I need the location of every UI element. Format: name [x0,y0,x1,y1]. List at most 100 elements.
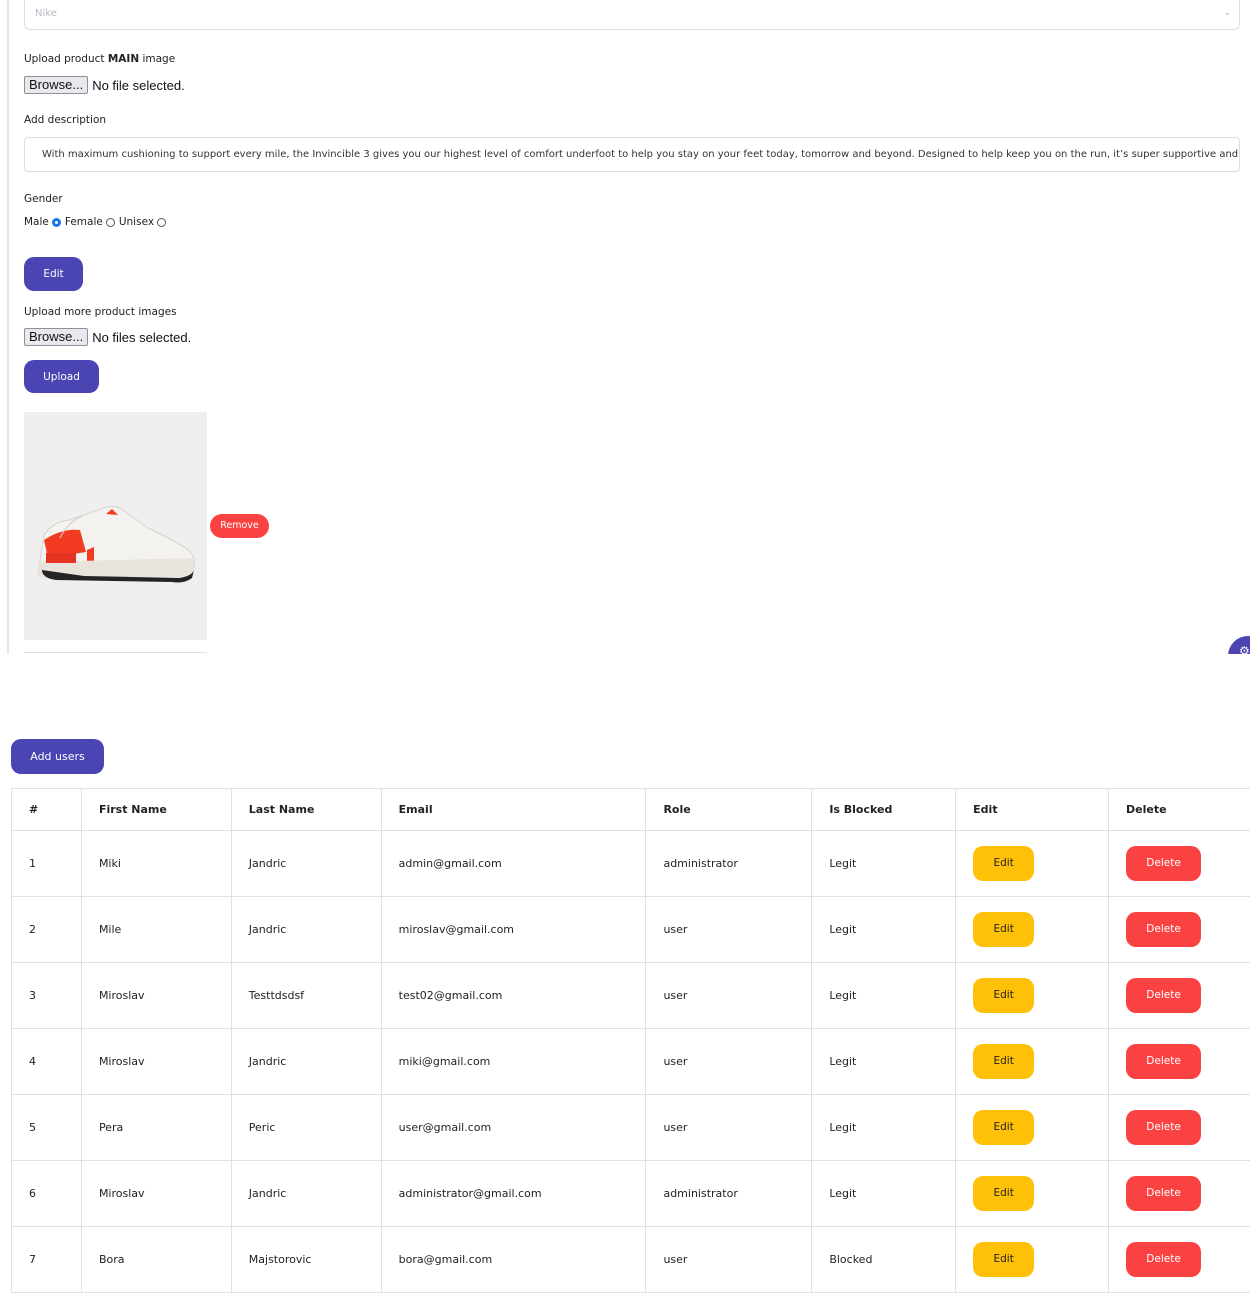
cell-email: user@gmail.com [380,1094,647,1161]
gender-label: Gender [24,193,63,205]
column-header: Email [380,788,647,831]
cell-first-name: Pera [80,1094,232,1161]
cell-id: 2 [11,896,82,963]
cell-blocked-status: Legit [811,896,957,963]
cell-role: user [645,1094,813,1161]
delete-user-button[interactable]: Delete [1126,978,1202,1013]
cell-first-name: Miki [80,830,232,897]
cell-first-name: Miroslav [80,1028,232,1095]
gender-radio-unisex[interactable] [157,217,167,227]
sneaker-image [37,505,195,583]
cell-role: administrator [645,1160,813,1227]
table-row: 6 Miroslav Jandric administrator@gmail.c… [11,1160,1250,1227]
column-header: First Name [80,788,232,831]
cell-delete: Delete [1108,1160,1250,1227]
column-header: Is Blocked [811,788,957,831]
cell-edit: Edit [955,1226,1110,1293]
brand-select[interactable]: Nike ⌄ [24,0,1240,30]
table-row: 4 Miroslav Jandric miki@gmail.com user L… [11,1028,1250,1095]
table-row: 3 Miroslav Testtdsdsf test02@gmail.com u… [11,962,1250,1029]
thumbnail-divider [24,652,207,653]
delete-user-button[interactable]: Delete [1126,1176,1202,1211]
main-image-label-prefix: Upload product [24,53,108,65]
delete-user-button[interactable]: Delete [1126,1242,1202,1277]
cell-delete: Delete [1108,1094,1250,1161]
description-value: With maximum cushioning to support every… [42,149,1240,160]
users-table: # First Name Last Name Email Role Is Blo… [11,788,1250,1293]
delete-user-button[interactable]: Delete [1126,1044,1202,1079]
edit-user-button[interactable]: Edit [973,1242,1035,1277]
add-users-button[interactable]: Add users [11,739,104,774]
cell-edit: Edit [955,830,1110,897]
brand-select-value: Nike [35,8,57,19]
cell-id: 1 [11,830,82,897]
cell-first-name: Miroslav [80,962,232,1029]
gender-radio-group: Male Female Unisex [24,216,170,228]
cell-email: bora@gmail.com [380,1226,647,1293]
cell-last-name: Peric [230,1094,382,1161]
main-image-file-input[interactable]: Browse... No file selected. [24,76,185,94]
column-header: Edit [955,788,1110,831]
remove-image-button[interactable]: Remove [210,514,269,538]
cell-blocked-status: Legit [811,1094,957,1161]
main-image-label-suffix: image [139,53,176,65]
edit-user-button[interactable]: Edit [973,1110,1035,1145]
cell-id: 3 [11,962,82,1029]
cell-last-name: Jandric [230,896,382,963]
table-row: 2 Mile Jandric miroslav@gmail.com user L… [11,896,1250,963]
more-images-browse-button[interactable]: Browse... [24,328,89,346]
cell-blocked-status: Blocked [811,1226,957,1293]
product-image-thumbnail [24,412,207,640]
cell-delete: Delete [1108,896,1250,963]
cell-edit: Edit [955,1028,1110,1095]
cell-delete: Delete [1108,830,1250,897]
cell-edit: Edit [955,962,1110,1029]
section-gap [0,654,1250,684]
edit-user-button[interactable]: Edit [973,846,1035,881]
edit-user-button[interactable]: Edit [973,1176,1035,1211]
cell-email: miki@gmail.com [380,1028,647,1095]
cell-email: admin@gmail.com [380,830,647,897]
cell-edit: Edit [955,1160,1110,1227]
upload-images-button[interactable]: Upload [24,360,99,393]
main-image-label-strong: MAIN [107,53,140,65]
description-input[interactable]: With maximum cushioning to support every… [24,137,1240,172]
edit-user-button[interactable]: Edit [973,978,1035,1013]
main-image-file-status: No file selected. [92,77,185,93]
cell-blocked-status: Legit [811,962,957,1029]
delete-user-button[interactable]: Delete [1126,1110,1202,1145]
chevron-down-icon: ⌄ [1223,8,1231,18]
column-header: Delete [1108,788,1250,831]
edit-user-button[interactable]: Edit [973,912,1035,947]
gender-radio-male[interactable] [51,217,61,227]
cell-delete: Delete [1108,1028,1250,1095]
cell-first-name: Miroslav [80,1160,232,1227]
more-images-label: Upload more product images [24,306,177,318]
cell-role: user [645,896,813,963]
cell-delete: Delete [1108,1226,1250,1293]
main-image-browse-button[interactable]: Browse... [24,76,89,94]
cell-last-name: Majstorovic [230,1226,382,1293]
cell-blocked-status: Legit [811,1160,957,1227]
edit-user-button[interactable]: Edit [973,1044,1035,1079]
gender-radio-female[interactable] [105,217,115,227]
table-row: 5 Pera Peric user@gmail.com user Legit E… [11,1094,1250,1161]
column-header: Role [645,788,813,831]
panel-left-border [7,0,9,654]
cell-blocked-status: Legit [811,1028,957,1095]
delete-user-button[interactable]: Delete [1126,912,1202,947]
main-image-label: Upload product MAIN image [24,53,175,65]
column-header: Last Name [230,788,382,831]
table-header-row: # First Name Last Name Email Role Is Blo… [11,788,1250,831]
delete-user-button[interactable]: Delete [1126,846,1202,881]
cell-email: administrator@gmail.com [380,1160,647,1227]
gender-option-label: Female [64,216,103,228]
table-row: 7 Bora Majstorovic bora@gmail.com user B… [11,1226,1250,1293]
description-label: Add description [24,114,107,126]
cell-delete: Delete [1108,962,1250,1029]
cell-first-name: Mile [80,896,232,963]
cell-blocked-status: Legit [811,830,957,897]
cell-last-name: Jandric [230,1160,382,1227]
edit-product-button[interactable]: Edit [24,257,83,291]
more-images-file-input[interactable]: Browse... No files selected. [24,328,191,346]
